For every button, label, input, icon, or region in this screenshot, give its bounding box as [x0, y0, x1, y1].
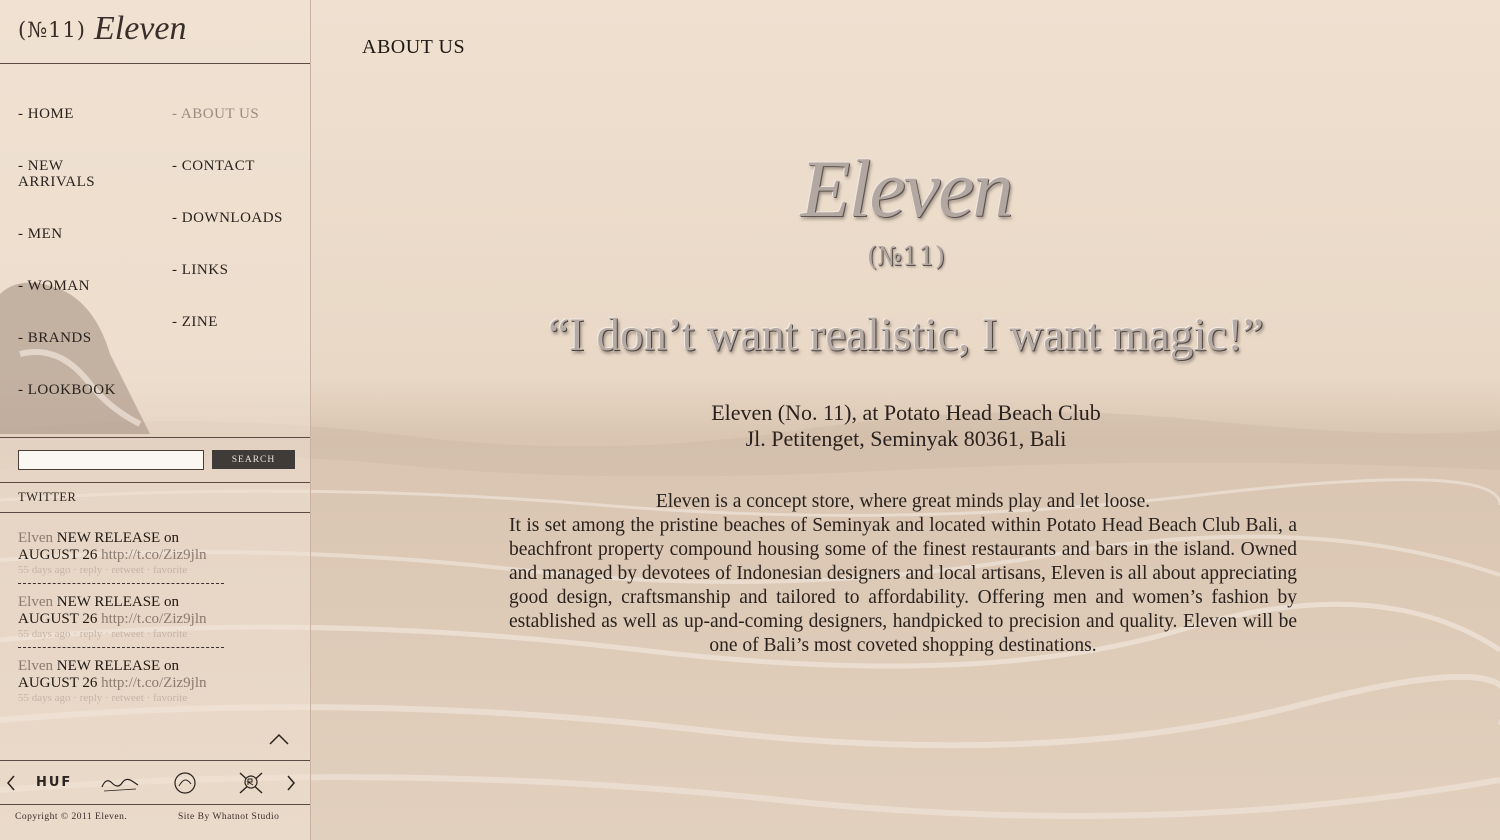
- copyright-text: Copyright © 2011 Eleven.: [15, 812, 128, 822]
- chevron-right-icon[interactable]: [286, 775, 296, 791]
- tweet-user[interactable]: Elven: [18, 530, 53, 546]
- address-line-2: Jl. Petitenget, Seminyak 80361, Bali: [745, 426, 1067, 451]
- search-bar: SEARCH: [0, 437, 310, 483]
- brands-carousel: HUF: [0, 760, 310, 805]
- logo-bar: (№11) Eleven: [0, 0, 310, 64]
- nav-zine[interactable]: - ZINE: [172, 314, 218, 330]
- nav-men[interactable]: - MEN: [18, 226, 63, 242]
- sidebar: (№11) Eleven - HOME - NEW ARRIVALS - MEN…: [0, 0, 311, 840]
- main-navigation: - HOME - NEW ARRIVALS - MEN - WOMAN - BR…: [0, 64, 310, 436]
- hero-number: (№11): [867, 242, 945, 272]
- tweet-item: Elven NEW RELEASE on AUGUST 26 http://t.…: [18, 594, 224, 648]
- crest-brand-logo[interactable]: [236, 769, 266, 797]
- tweet-link[interactable]: http://t.co/Ziz9jln: [101, 611, 206, 627]
- hero-wordmark: Eleven: [800, 143, 1013, 234]
- nav-home[interactable]: - HOME: [18, 106, 74, 122]
- huf-logo[interactable]: HUF: [36, 775, 72, 803]
- tweet-meta[interactable]: 55 days ago · reply · retweet · favorite: [18, 692, 224, 705]
- chevron-left-icon[interactable]: [6, 775, 16, 791]
- tweet-link[interactable]: http://t.co/Ziz9jln: [101, 675, 206, 691]
- description-lead: Eleven is a concept store, where great m…: [655, 491, 1151, 512]
- nav-woman[interactable]: - WOMAN: [18, 278, 90, 294]
- tweet-item: Elven NEW RELEASE on AUGUST 26 http://t.…: [18, 658, 224, 711]
- search-input[interactable]: [18, 450, 204, 470]
- tweet-list: Elven NEW RELEASE on AUGUST 26 http://t.…: [18, 530, 224, 721]
- tweet-meta[interactable]: 55 days ago · reply · retweet · favorite: [18, 628, 224, 641]
- nav-about-us[interactable]: - ABOUT US: [172, 106, 259, 122]
- nav-downloads[interactable]: - DOWNLOADS: [172, 210, 283, 226]
- hero-quote: “I don’t want realistic, I want magic!”: [548, 309, 1264, 361]
- description-body: It is set among the pristine beaches of …: [509, 515, 1297, 656]
- nav-brands[interactable]: - BRANDS: [18, 330, 92, 346]
- tweet-item: Elven NEW RELEASE on AUGUST 26 http://t.…: [18, 530, 224, 584]
- circular-brand-logo[interactable]: [172, 769, 198, 797]
- store-address: Eleven (No. 11), at Potato Head Beach Cl…: [312, 400, 1500, 452]
- twitter-header: TWITTER: [0, 482, 310, 513]
- nav-contact[interactable]: - CONTACT: [172, 158, 255, 174]
- site-credit-link[interactable]: Site By Whatnot Studio: [178, 812, 279, 822]
- tweet-user[interactable]: Elven: [18, 658, 53, 674]
- logo-wordmark[interactable]: Eleven: [94, 10, 187, 48]
- tweet-link[interactable]: http://t.co/Ziz9jln: [101, 547, 206, 563]
- search-button[interactable]: SEARCH: [212, 450, 295, 469]
- logo-number[interactable]: (№11): [18, 18, 86, 42]
- scroll-up-icon[interactable]: [268, 732, 290, 746]
- address-line-1: Eleven (No. 11), at Potato Head Beach Cl…: [711, 400, 1101, 425]
- tweet-user[interactable]: Elven: [18, 594, 53, 610]
- nav-lookbook[interactable]: - LOOKBOOK: [18, 382, 116, 398]
- nav-links[interactable]: - LINKS: [172, 262, 228, 278]
- page-title: ABOUT US: [362, 36, 466, 58]
- nav-new-arrivals[interactable]: - NEW ARRIVALS: [18, 158, 118, 190]
- twitter-title: TWITTER: [18, 490, 77, 504]
- main-content: ABOUT US Eleven (№11) “I don’t want real…: [312, 0, 1500, 840]
- about-description: Eleven is a concept store, where great m…: [509, 490, 1297, 658]
- tweet-meta[interactable]: 55 days ago · reply · retweet · favorite: [18, 564, 224, 577]
- script-brand-logo[interactable]: [98, 769, 140, 797]
